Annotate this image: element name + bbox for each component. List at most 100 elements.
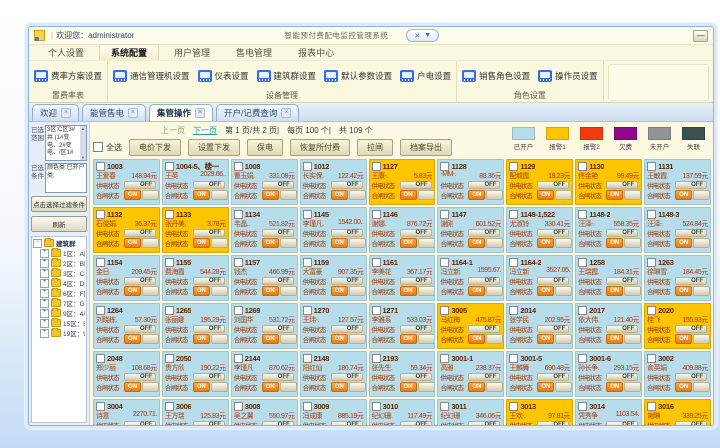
supply-off-toggle[interactable]: OFF [124, 373, 156, 381]
refresh-button[interactable]: 刷新 [31, 216, 87, 232]
gate-on-toggle[interactable]: ON [331, 334, 348, 344]
supply-off-toggle[interactable]: OFF [124, 181, 156, 189]
action-button-1[interactable]: 电价下发 [129, 139, 181, 156]
tab-close-icon[interactable]: × [281, 108, 291, 118]
gate-off-toggle[interactable] [624, 382, 641, 392]
tree-node-4[interactable]: +4区：D区1#井(D区 [33, 278, 85, 288]
tree-root[interactable]: −建筑群 [33, 238, 85, 248]
supply-off-toggle[interactable]: OFF [675, 229, 707, 237]
supply-off-toggle[interactable]: OFF [124, 277, 156, 285]
supply-off-toggle[interactable]: OFF [400, 229, 432, 237]
supply-off-toggle[interactable]: OFF [331, 181, 363, 189]
room-checkbox[interactable] [509, 162, 518, 171]
expand-icon[interactable]: + [40, 299, 49, 308]
room-checkbox[interactable] [372, 210, 381, 219]
minimize-button[interactable]: — [693, 30, 708, 42]
gate-on-toggle[interactable]: ON [537, 190, 554, 200]
room-checkbox[interactable] [234, 210, 243, 219]
room-card-3001-6[interactable]: 3001-6孙长争.293.15元供电状态OFF合闸状态ON [575, 351, 642, 397]
room-checkbox[interactable] [372, 162, 381, 171]
gate-off-toggle[interactable] [693, 238, 710, 248]
expand-icon[interactable]: + [40, 319, 49, 328]
gate-off-toggle[interactable] [280, 286, 297, 296]
room-checkbox[interactable] [509, 258, 518, 267]
window-controls-pill[interactable]: ✕ ▼ [406, 29, 439, 42]
gate-on-toggle[interactable]: ON [675, 190, 692, 200]
room-card-1004-5、楼一[interactable]: 1004-5、楼一王英2029.66..供电状态OFF合闸状态ON [162, 159, 229, 205]
supply-off-toggle[interactable]: OFF [468, 373, 500, 381]
supply-off-toggle[interactable]: OFF [124, 325, 156, 333]
room-card-3004[interactable]: 3004诗意2270.71.供电状态OFF合闸状态ON [93, 399, 160, 425]
room-card-1258[interactable]: 1258王瑞霞.184.31元供电状态OFF合闸状态ON [575, 255, 642, 301]
gate-off-toggle[interactable] [555, 238, 572, 248]
gate-on-toggle[interactable]: ON [675, 382, 692, 392]
gate-on-toggle[interactable]: ON [124, 334, 141, 344]
gate-off-toggle[interactable] [624, 286, 641, 296]
room-checkbox[interactable] [303, 402, 312, 411]
gate-off-toggle[interactable] [418, 382, 435, 392]
room-card-1148-2[interactable]: 1148-2汪泽-.558.35元供电状态OFF合闸状态ON [575, 207, 642, 253]
gate-on-toggle[interactable]: ON [331, 286, 348, 296]
gate-on-toggle[interactable]: ON [468, 334, 485, 344]
ribbon-button-2-3[interactable]: 建筑群设置 [257, 70, 317, 82]
room-checkbox[interactable] [440, 210, 449, 219]
room-checkbox[interactable] [96, 402, 105, 411]
room-card-1133[interactable]: 1133张丹美.3.78元供电状态OFF合闸状态ON [162, 207, 229, 253]
supply-off-toggle[interactable]: OFF [468, 277, 500, 285]
gate-off-toggle[interactable] [555, 382, 572, 392]
room-card-1154[interactable]: 1154金日209.45元供电状态OFF合闸状态ON [93, 255, 160, 301]
gate-on-toggle[interactable]: ON [193, 190, 210, 200]
room-card-1270[interactable]: 1270王玮-.127.57元供电状态OFF合闸状态ON [300, 303, 367, 349]
gate-on-toggle[interactable]: ON [262, 382, 279, 392]
room-card-1264[interactable]: 1264刘晓栋.57.30元供电状态OFF合闸状态ON [93, 303, 160, 349]
room-card-3006[interactable]: 3006王方瑞125.83元供电状态OFF合闸状态ON [162, 399, 229, 425]
gate-on-toggle[interactable]: ON [193, 334, 210, 344]
supply-off-toggle[interactable]: OFF [331, 277, 363, 285]
gate-on-toggle[interactable]: ON [400, 190, 417, 200]
room-checkbox[interactable] [647, 210, 656, 219]
room-card-1263[interactable]: 1263徐琳雪.184.45元供电状态OFF合闸状态ON [644, 255, 711, 301]
tree-node-7[interactable]: +9区：4#楼电井(4# [33, 308, 85, 318]
gate-off-toggle[interactable] [349, 190, 366, 200]
gate-off-toggle[interactable] [693, 190, 710, 200]
supply-off-toggle[interactable]: OFF [331, 229, 363, 237]
room-card-2020[interactable]: 2020桂飞155.93元供电状态OFF合闸状态ON [644, 303, 711, 349]
gate-on-toggle[interactable]: ON [675, 334, 692, 344]
room-checkbox[interactable] [303, 354, 312, 363]
room-checkbox[interactable] [647, 258, 656, 267]
action-button-6[interactable]: 档案导出 [400, 139, 452, 156]
room-checkbox[interactable] [96, 354, 105, 363]
gate-on-toggle[interactable]: ON [193, 286, 210, 296]
ribbon-button-2-2[interactable]: 仪表设置 [198, 70, 249, 82]
menu-tab-4[interactable]: 售电管理 [225, 45, 283, 60]
room-card-2017[interactable]: 2017依大伟121.40元供电状态OFF合闸状态ON [575, 303, 642, 349]
supply-off-toggle[interactable]: OFF [262, 277, 294, 285]
room-checkbox[interactable] [578, 210, 587, 219]
choose-filter-button[interactable]: 点击选择过滤条件 [31, 196, 87, 212]
supply-off-toggle[interactable]: OFF [400, 421, 432, 425]
tree-node-5[interactable]: +6区：F区1#井(F区 [33, 288, 85, 298]
doc-tab-3[interactable]: 集管操作× [149, 104, 213, 121]
supply-off-toggle[interactable]: OFF [262, 181, 294, 189]
gate-off-toggle[interactable] [486, 382, 503, 392]
room-card-1132[interactable]: 1132石俊娟.36.37元供电状态OFF合闸状态ON [93, 207, 160, 253]
room-checkbox[interactable] [578, 306, 587, 315]
expand-icon[interactable]: + [40, 259, 49, 268]
supply-off-toggle[interactable]: OFF [675, 277, 707, 285]
supply-off-toggle[interactable]: OFF [193, 373, 225, 381]
doc-tab-4[interactable]: 开户/记费查询× [216, 104, 299, 121]
supply-off-toggle[interactable]: OFF [468, 181, 500, 189]
gate-on-toggle[interactable]: ON [468, 190, 485, 200]
gate-off-toggle[interactable] [693, 286, 710, 296]
gate-off-toggle[interactable] [418, 238, 435, 248]
room-card-1146[interactable]: 1146谢娜..876.72元供电状态OFF合闸状态ON [369, 207, 436, 253]
gate-off-toggle[interactable] [486, 190, 503, 200]
room-checkbox[interactable] [96, 258, 105, 267]
room-checkbox[interactable] [372, 306, 381, 315]
room-card-1127[interactable]: 1127王康-.5.83元供电状态OFF合闸状态ON [369, 159, 436, 205]
room-checkbox[interactable] [303, 258, 312, 267]
room-card-3001-5[interactable]: 3001-5王麟舞690.48元供电状态OFF合闸状态ON [506, 351, 573, 397]
tab-close-icon[interactable]: × [195, 108, 205, 118]
room-card-3001-1[interactable]: 3001-1高雅238.37元供电状态OFF合闸状态ON [437, 351, 504, 397]
room-card-1012[interactable]: 1012长实保.122.42元供电状态OFF合闸状态ON [300, 159, 367, 205]
